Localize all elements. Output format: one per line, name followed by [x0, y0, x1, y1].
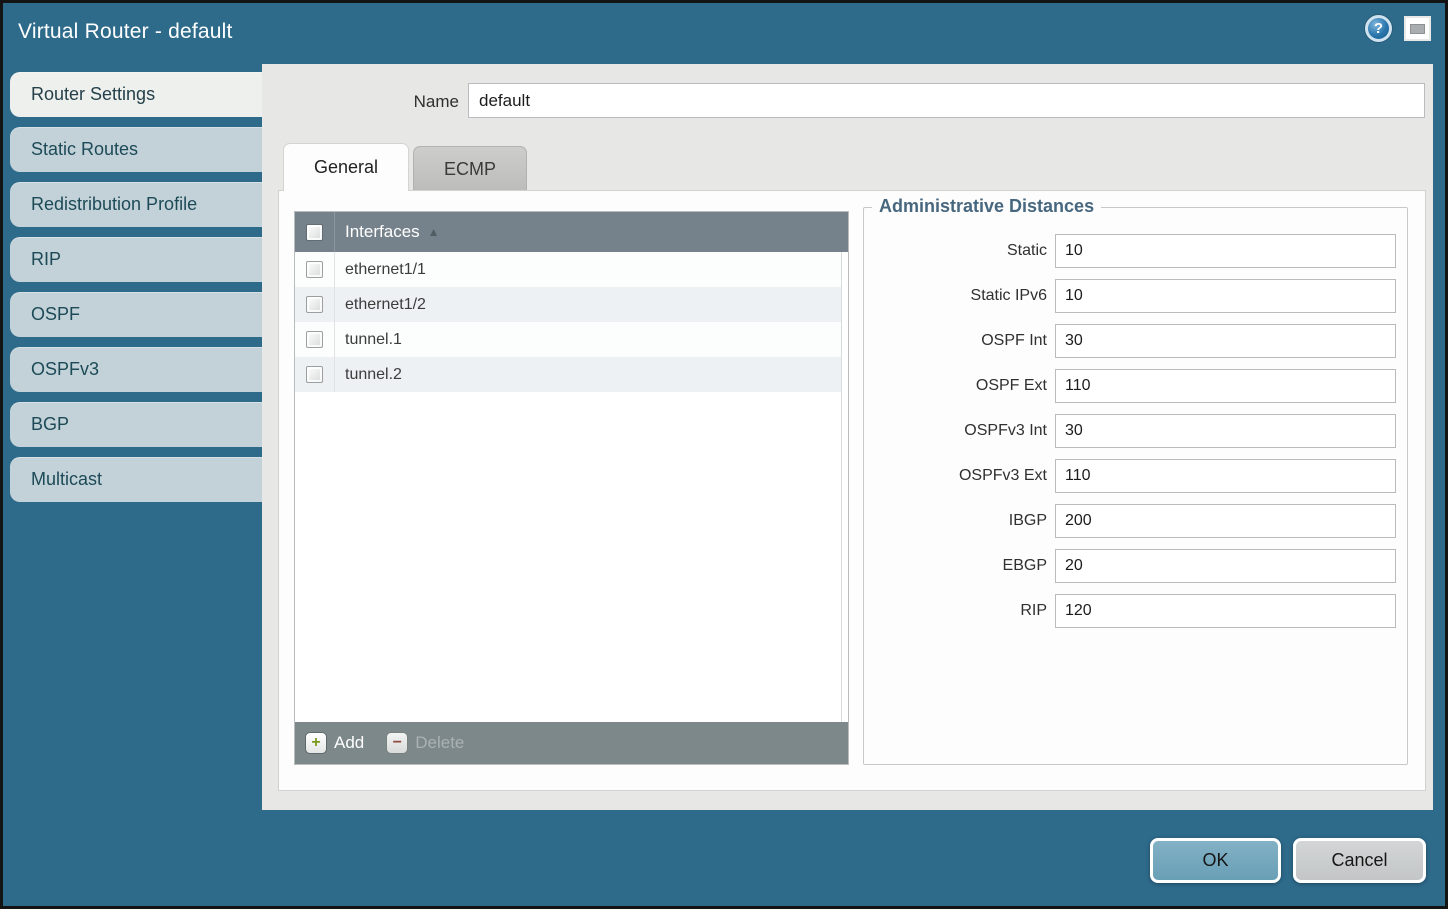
ebgp-input[interactable] [1055, 549, 1396, 583]
field-row: Static IPv6 [864, 279, 1407, 313]
ospfv3-int-label: OSPFv3 Int [864, 422, 1047, 440]
table-row[interactable]: tunnel.1 [295, 322, 841, 357]
delete-button[interactable]: − Delete [386, 732, 464, 754]
row-checkbox[interactable] [306, 261, 323, 278]
row-checkbox[interactable] [306, 331, 323, 348]
ospf-ext-label: OSPF Ext [864, 377, 1047, 395]
ospfv3-ext-label: OSPFv3 Ext [864, 467, 1047, 485]
sidebar-item-bgp[interactable]: BGP [10, 402, 262, 447]
sidebar-item-redistribution-profile[interactable]: Redistribution Profile [10, 182, 262, 227]
window-restore-icon[interactable] [1404, 16, 1431, 41]
ok-button[interactable]: OK [1150, 838, 1281, 883]
interface-name: tunnel.2 [335, 366, 402, 384]
ibgp-input[interactable] [1055, 504, 1396, 538]
add-button[interactable]: + Add [305, 732, 364, 754]
table-row[interactable]: tunnel.2 [295, 357, 841, 392]
field-row: OSPFv3 Ext [864, 459, 1407, 493]
ebgp-label: EBGP [864, 557, 1047, 575]
field-row: OSPF Int [864, 324, 1407, 358]
field-row: IBGP [864, 504, 1407, 538]
static-ipv6-input[interactable] [1055, 279, 1396, 313]
field-row: Static [864, 234, 1407, 268]
field-row: RIP [864, 594, 1407, 628]
plus-icon: + [305, 732, 327, 754]
tab-general[interactable]: General [283, 143, 409, 191]
ospfv3-int-input[interactable] [1055, 414, 1396, 448]
general-tab-panel: Interfaces ▲ ethernet1/1 ethernet1/2 [278, 190, 1426, 791]
field-row: EBGP [864, 549, 1407, 583]
ospf-ext-input[interactable] [1055, 369, 1396, 403]
dialog-title: Virtual Router - default [18, 20, 233, 44]
interface-name: ethernet1/1 [335, 261, 426, 279]
sidebar-item-multicast[interactable]: Multicast [10, 457, 262, 502]
sidebar-item-static-routes[interactable]: Static Routes [10, 127, 262, 172]
static-input[interactable] [1055, 234, 1396, 268]
ospf-int-label: OSPF Int [864, 332, 1047, 350]
ibgp-label: IBGP [864, 512, 1047, 530]
name-input[interactable] [468, 83, 1425, 118]
tab-ecmp[interactable]: ECMP [413, 146, 527, 191]
sidebar-item-ospf[interactable]: OSPF [10, 292, 262, 337]
ospfv3-ext-input[interactable] [1055, 459, 1396, 493]
sort-ascending-icon[interactable]: ▲ [428, 225, 440, 239]
table-row[interactable]: ethernet1/1 [295, 252, 841, 287]
administrative-distances-legend: Administrative Distances [872, 196, 1101, 217]
rip-label: RIP [864, 602, 1047, 620]
dialog-header: Virtual Router - default ? [3, 3, 1445, 65]
minus-icon: − [386, 732, 408, 754]
window-pane-glyph [1410, 24, 1425, 34]
ospf-int-input[interactable] [1055, 324, 1396, 358]
help-icon[interactable]: ? [1365, 15, 1392, 42]
row-checkbox[interactable] [306, 366, 323, 383]
table-row[interactable]: ethernet1/2 [295, 287, 841, 322]
row-checkbox[interactable] [306, 296, 323, 313]
field-row: OSPF Ext [864, 369, 1407, 403]
interfaces-table-body: ethernet1/1 ethernet1/2 tunnel.1 tu [295, 252, 848, 722]
name-label: Name [262, 92, 459, 112]
interface-name: ethernet1/2 [335, 296, 426, 314]
rip-input[interactable] [1055, 594, 1396, 628]
static-label: Static [864, 242, 1047, 260]
sidebar-item-ospfv3[interactable]: OSPFv3 [10, 347, 262, 392]
interfaces-column-header[interactable]: Interfaces [345, 222, 420, 242]
static-ipv6-label: Static IPv6 [864, 287, 1047, 305]
sidebar-item-rip[interactable]: RIP [10, 237, 262, 282]
field-row: OSPFv3 Int [864, 414, 1407, 448]
content-area: Name General ECMP Interfaces ▲ [262, 64, 1433, 810]
interfaces-table-header: Interfaces ▲ [295, 212, 848, 252]
administrative-distances-group: Administrative Distances Static Static I… [863, 207, 1408, 765]
sidebar: Router Settings Static Routes Redistribu… [10, 72, 262, 512]
name-row: Name [262, 64, 1433, 124]
cancel-button[interactable]: Cancel [1293, 838, 1426, 883]
delete-button-label: Delete [415, 733, 464, 753]
tab-strip: General ECMP [283, 143, 531, 191]
interfaces-table: Interfaces ▲ ethernet1/1 ethernet1/2 [294, 211, 849, 765]
select-all-checkbox[interactable] [306, 224, 323, 241]
virtual-router-dialog: Virtual Router - default ? Router Settin… [0, 0, 1448, 909]
interfaces-table-toolbar: + Add − Delete [295, 722, 848, 764]
add-button-label: Add [334, 733, 364, 753]
interface-name: tunnel.1 [335, 331, 402, 349]
sidebar-item-router-settings[interactable]: Router Settings [10, 72, 262, 117]
